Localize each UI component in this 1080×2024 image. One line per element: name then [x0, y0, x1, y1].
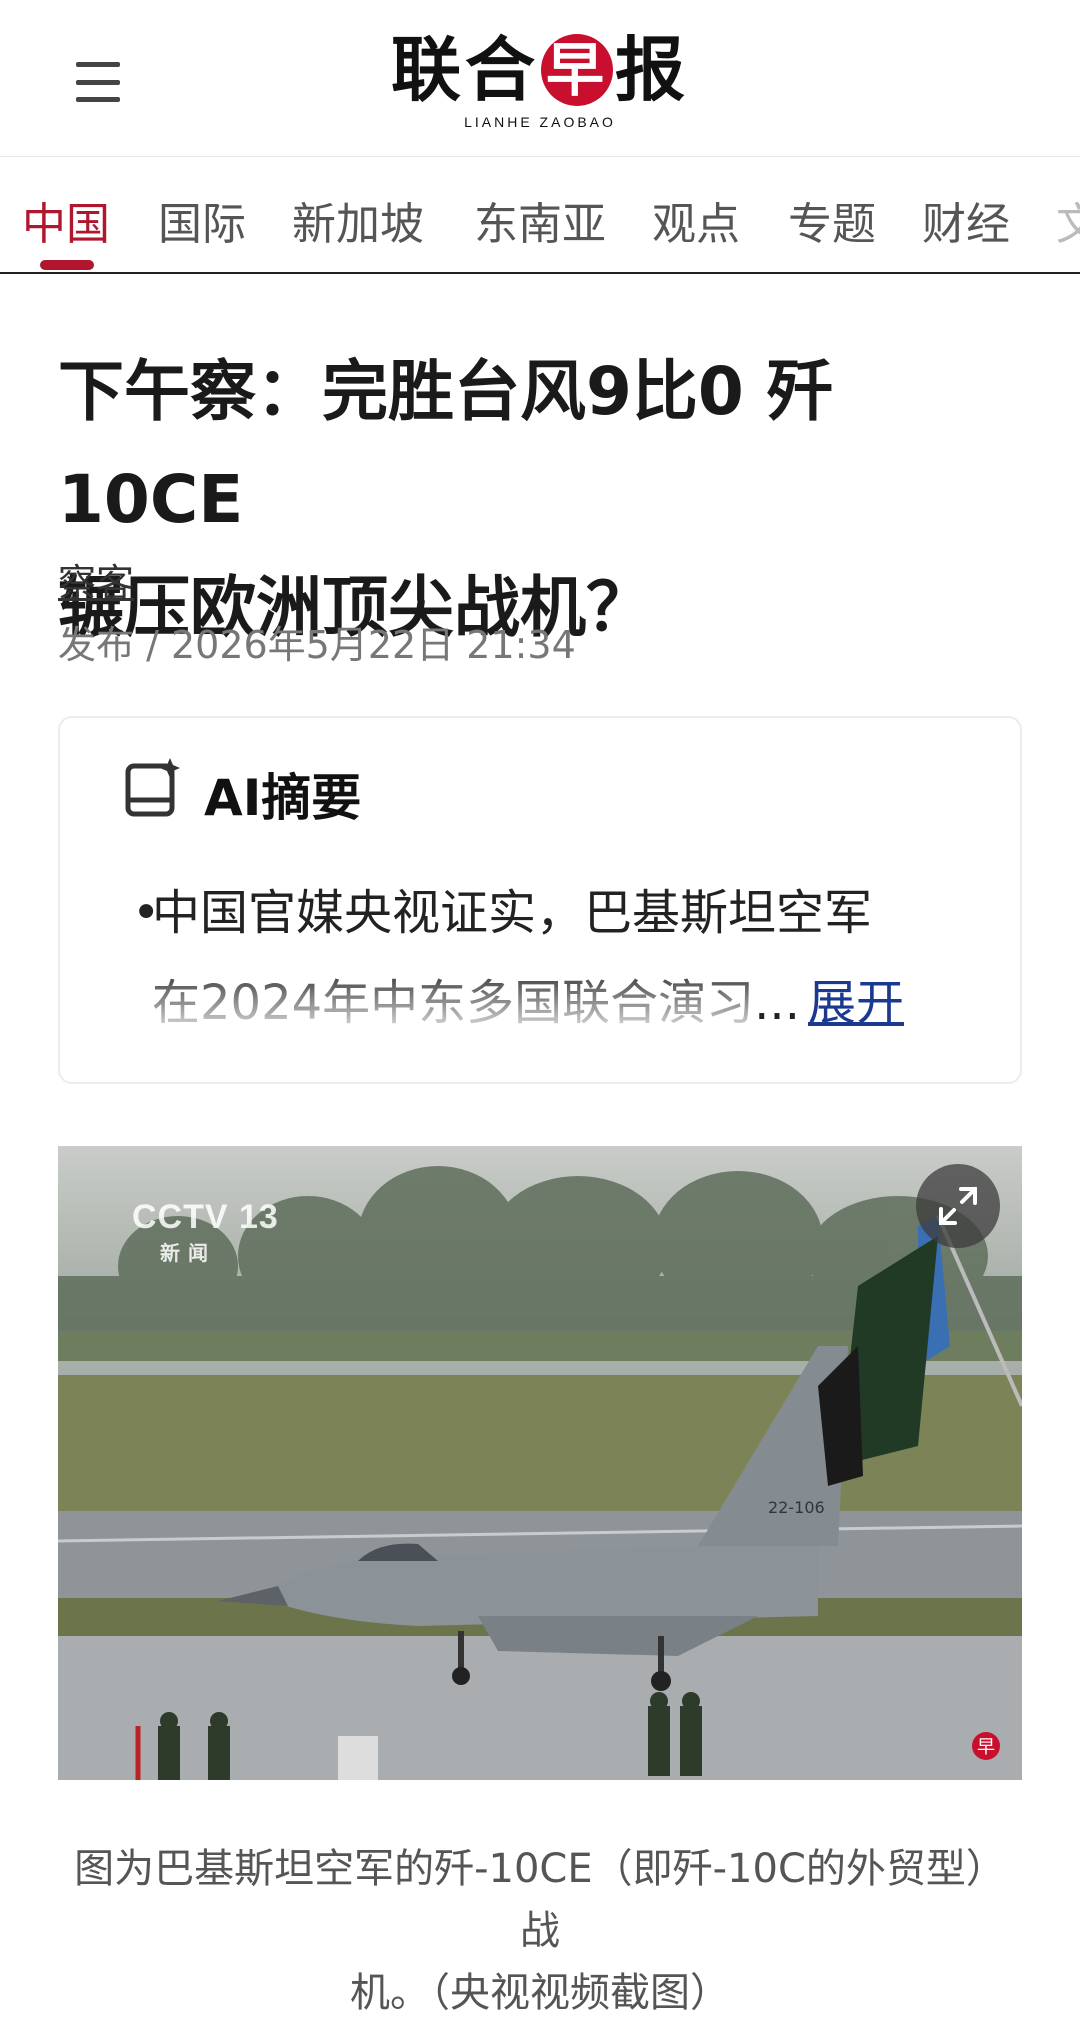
tab-finance[interactable]: 财经 [922, 188, 1010, 252]
ai-document-sparkle-icon [125, 758, 180, 817]
tab-china[interactable]: 中国 [22, 188, 110, 252]
tab-culture[interactable]: 文 [1056, 188, 1080, 252]
expand-summary-link[interactable]: 展开 [808, 975, 904, 1031]
hamburger-menu-icon[interactable] [76, 62, 120, 102]
logo-seal-icon: 早 [541, 34, 613, 106]
publish-meta: 发布 / 2026年5月22日 21:34 [58, 623, 576, 667]
site-logo[interactable]: 联合早报 LIANHE ZAOBAO [390, 30, 690, 138]
active-tab-indicator [40, 260, 94, 270]
author-link[interactable]: 察客 [58, 552, 134, 607]
photo-caption: 图为巴基斯坦空军的歼-10CE（即歼-10C的外贸型）战 机。（央视视频截图） [74, 1846, 1006, 2016]
category-nav: 中国 国际 新加坡 东南亚 观点 专题 财经 文 [0, 158, 1080, 274]
logo-english: LIANHE ZAOBAO [464, 114, 616, 130]
article-photo[interactable]: CCTV 13 新闻 22-106 早 [58, 1146, 1022, 1780]
tab-topics[interactable]: 专题 [788, 188, 876, 252]
tab-opinion[interactable]: 观点 [652, 188, 740, 252]
ai-summary-card: AI摘要 • 中国官媒央视证实，巴基斯坦空军 在2024年中东多国联合演习...… [58, 716, 1022, 1084]
bullet-dot: • [132, 885, 161, 941]
zaobao-watermark-icon: 早 [972, 1732, 1000, 1760]
cctv-channel-logo: CCTV 13 新闻 [132, 1198, 279, 1265]
ai-summary-bullet: • 中国官媒央视证实，巴基斯坦空军 在2024年中东多国联合演习... 展开 [132, 868, 982, 1048]
ai-summary-title: AI摘要 [204, 769, 362, 827]
app-header: 联合早报 LIANHE ZAOBAO [0, 0, 1080, 157]
fullscreen-expand-icon[interactable] [916, 1164, 1000, 1248]
tab-singapore[interactable]: 新加坡 [292, 188, 424, 252]
aircraft-tail-number: 22-106 [768, 1498, 825, 1517]
tab-southeast-asia[interactable]: 东南亚 [474, 188, 606, 252]
tab-international[interactable]: 国际 [158, 188, 246, 252]
